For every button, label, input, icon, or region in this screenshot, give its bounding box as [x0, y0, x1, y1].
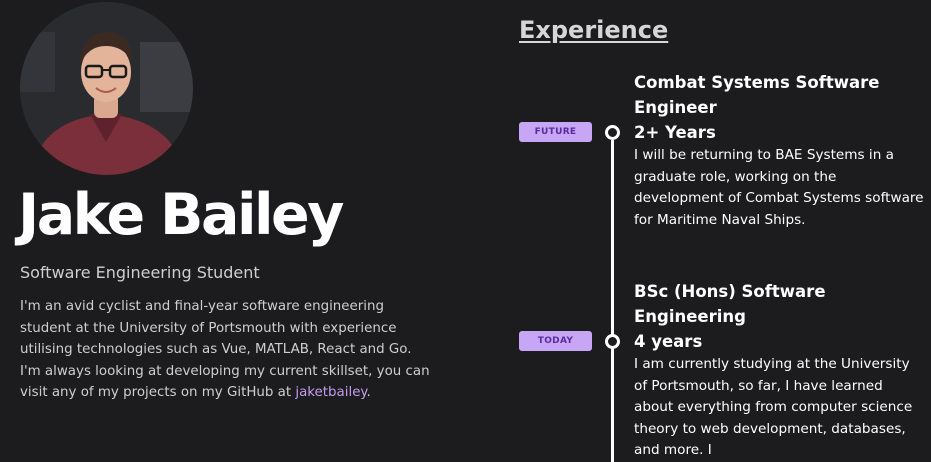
timeline-badge-today: TODAY [519, 331, 592, 351]
bio-end: . [366, 385, 371, 401]
experience-heading: Experience [519, 16, 669, 44]
timeline-line [611, 140, 614, 462]
profile-subtitle: Software Engineering Student [20, 263, 260, 282]
entry-duration: 2+ Years [634, 123, 716, 142]
entry-description: I am currently studying at the Universit… [634, 356, 913, 458]
entry-title: Combat Systems Software Engineer [634, 73, 880, 117]
profile-photo-illustration [20, 2, 193, 175]
profile-name: Jake Bailey [18, 182, 344, 248]
experience-entry: BSc (Hons) Software Engineering 4 years … [634, 279, 924, 462]
entry-title: BSc (Hons) Software Engineering [634, 282, 826, 326]
portfolio-page: Jake Bailey Software Engineering Student… [0, 0, 931, 462]
github-link[interactable]: jaketbailey [295, 385, 366, 400]
entry-description: I will be returning to BAE Systems in a … [634, 147, 924, 228]
timeline-dot [605, 334, 620, 349]
timeline-badge-future: FUTURE [519, 122, 592, 142]
profile-photo [20, 2, 193, 175]
timeline-dot [605, 125, 620, 140]
profile-bio: I'm an avid cyclist and final-year softw… [20, 296, 430, 404]
entry-duration: 4 years [634, 332, 703, 351]
experience-entry: Combat Systems Software Engineer 2+ Year… [634, 70, 924, 231]
